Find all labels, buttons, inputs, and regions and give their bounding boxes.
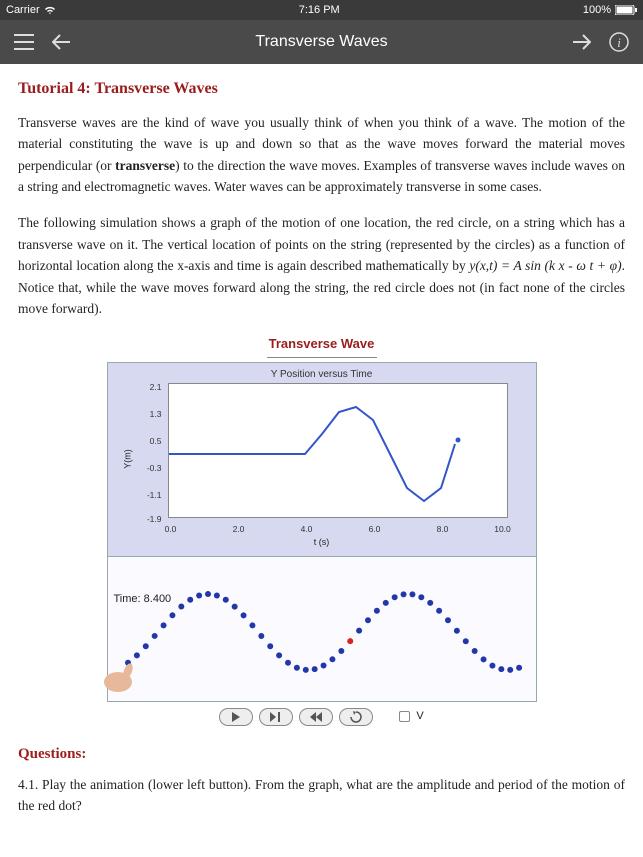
xtick: 0.0 — [156, 523, 186, 537]
ytick: 1.3 — [132, 408, 162, 422]
time-display: Time: 8.400 — [114, 591, 172, 609]
xtick: 2.0 — [224, 523, 254, 537]
step-button[interactable] — [259, 708, 293, 726]
string-wave — [108, 557, 538, 702]
chart-title: Y Position versus Time — [108, 367, 536, 383]
rewind-button[interactable] — [299, 708, 333, 726]
chart-panel: Y Position versus Time Y(m) 2.1 1.3 0.5 … — [107, 362, 537, 557]
playback-controls: V — [219, 708, 423, 726]
menu-icon[interactable] — [14, 34, 34, 50]
hand-icon — [100, 657, 140, 697]
animation-panel[interactable]: Time: 8.400 — [107, 557, 537, 702]
battery-icon — [615, 5, 637, 15]
status-bar: Carrier 7:16 PM 100% — [0, 0, 643, 20]
paragraph-1: Transverse waves are the kind of wave yo… — [18, 112, 625, 198]
xtick: 4.0 — [292, 523, 322, 537]
checkbox-v[interactable] — [399, 711, 410, 722]
ytick: 0.5 — [132, 435, 162, 449]
tutorial-heading: Tutorial 4: Transverse Waves — [18, 76, 625, 102]
simulation-container: Transverse Wave Y Position versus Time Y… — [18, 334, 625, 726]
svg-text:i: i — [617, 35, 621, 50]
battery-label: 100% — [583, 4, 611, 16]
questions-heading: Questions: — [18, 742, 625, 766]
ytick: 2.1 — [132, 381, 162, 395]
xtick: 10.0 — [488, 523, 518, 537]
wifi-icon — [44, 6, 56, 15]
ytick: -1.1 — [132, 489, 162, 503]
reset-button[interactable] — [339, 708, 373, 726]
simulation-title: Transverse Wave — [269, 334, 375, 355]
info-icon[interactable]: i — [609, 32, 629, 52]
xtick: 6.0 — [360, 523, 390, 537]
xtick: 8.0 — [428, 523, 458, 537]
back-icon[interactable] — [52, 34, 70, 50]
question-1: 4.1. Play the animation (lower left butt… — [18, 774, 625, 817]
v-label: V — [416, 708, 423, 726]
divider — [267, 357, 377, 358]
forward-icon[interactable] — [573, 34, 591, 50]
page-title: Transverse Waves — [255, 33, 387, 51]
play-button[interactable] — [219, 708, 253, 726]
content-area: Tutorial 4: Transverse Waves Transverse … — [0, 64, 643, 843]
nav-bar: Transverse Waves i — [0, 20, 643, 64]
ytick: -0.3 — [132, 462, 162, 476]
clock: 7:16 PM — [299, 4, 340, 16]
paragraph-2: The following simulation shows a graph o… — [18, 212, 625, 320]
carrier-label: Carrier — [6, 4, 40, 16]
x-axis-label: t (s) — [108, 535, 536, 549]
chart-plot-area — [168, 383, 508, 518]
